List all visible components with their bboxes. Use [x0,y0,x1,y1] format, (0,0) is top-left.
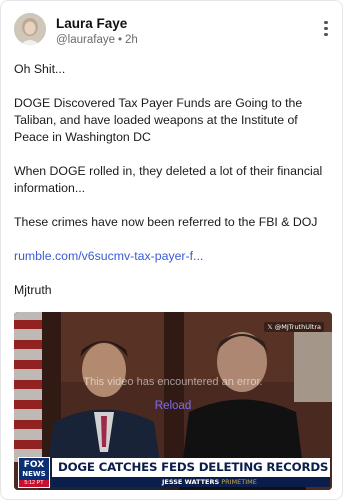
author-meta: @laurafaye • 2h [56,33,138,48]
avatar[interactable] [14,13,46,45]
chyron-subbar: JESSE WATTERS PRIMETIME [52,477,330,487]
post-paragraph: Oh Shit... [14,62,66,76]
post-header: Laura Faye @laurafaye • 2h [14,13,332,49]
author-name[interactable]: Laura Faye [56,16,138,32]
meta-separator: • [117,34,123,46]
watermark-handle: 𝕏 @MJTruthUltra [264,322,324,332]
news-chyron: FOX NEWS 5:12 PT DOGE CATCHES FEDS DELET… [14,457,332,488]
show-name: JESSE WATTERS PRIMETIME [162,478,257,486]
post-paragraph: These crimes have now been referred to t… [14,215,318,229]
video-embed[interactable]: 𝕏 @MJTruthUltra This video has encounter… [14,312,332,490]
post-body: Oh Shit... DOGE Discovered Tax Payer Fun… [14,61,332,316]
post-paragraph: DOGE Discovered Tax Payer Funds are Goin… [14,96,303,144]
author-block: Laura Faye @laurafaye • 2h [56,16,138,48]
more-options-icon[interactable] [320,21,332,41]
reload-button[interactable]: Reload [14,400,332,412]
post-link[interactable]: rumble.com/v6sucmv-tax-payer-f... [14,249,203,263]
post-card: Laura Faye @laurafaye • 2h Oh Shit... DOGE… [0,0,343,500]
post-signature: Mjtruth [14,283,52,297]
post-paragraph: When DOGE rolled in, they deleted a lot … [14,164,323,195]
author-handle[interactable]: @laurafaye [56,34,115,46]
network-logo-line2: NEWS [22,470,46,478]
broadcast-clock: 5:12 PT [19,480,49,487]
chyron-headline: DOGE CATCHES FEDS DELETING RECORDS [52,458,330,477]
post-time: 2h [125,34,138,46]
video-error-message: This video has encountered an error. [83,376,263,388]
network-logo-line1: FOX [23,460,45,470]
network-logo: FOX NEWS 5:12 PT [18,457,50,488]
